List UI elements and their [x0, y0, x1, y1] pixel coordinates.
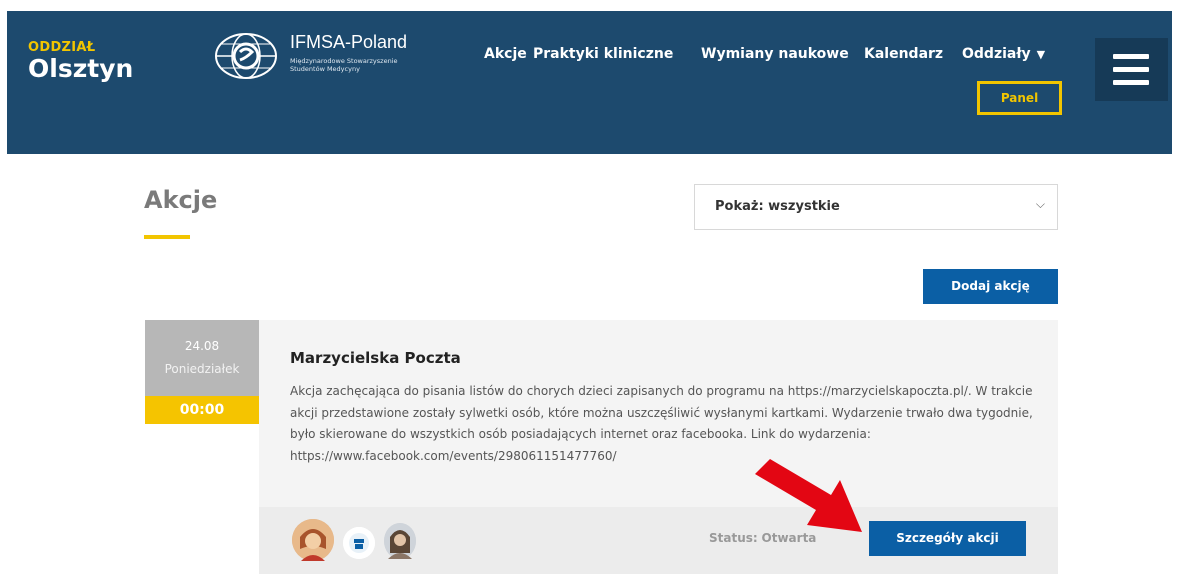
- branch-logo[interactable]: ODDZIAŁ Olsztyn: [28, 41, 133, 83]
- filter-select[interactable]: Pokaż: wszystkie ⌵: [694, 184, 1058, 230]
- nav-akcje[interactable]: Akcje: [484, 46, 527, 70]
- event-time: 00:00: [145, 396, 259, 424]
- nav-kalendarz[interactable]: Kalendarz: [864, 46, 943, 70]
- nav-praktyki-kliniczne[interactable]: Praktyki kliniczne: [533, 46, 673, 70]
- add-action-button[interactable]: Dodaj akcję: [923, 269, 1058, 304]
- menu-bar-icon: [1113, 80, 1149, 85]
- participant-avatar-icon: [292, 519, 334, 561]
- ifmsa-logo[interactable]: IFMSA-Poland Międzynarodowe Stowarzyszen…: [212, 30, 432, 82]
- event-date-top: 24.08 Poniedziałek: [145, 320, 259, 396]
- logo-name: IFMSA-Poland: [290, 32, 408, 52]
- page-title: Akcje: [144, 186, 218, 214]
- event-weekday: Poniedziałek: [164, 362, 240, 376]
- avatar[interactable]: [292, 519, 334, 561]
- participant-avatar-icon: [384, 523, 416, 559]
- hamburger-menu-button[interactable]: [1095, 38, 1168, 101]
- nav-wymiany-naukowe[interactable]: Wymiany naukowe: [701, 46, 849, 70]
- red-arrow-icon: [755, 459, 862, 532]
- event-details-button[interactable]: Szczegóły akcji: [869, 521, 1026, 556]
- menu-bar-icon: [1113, 54, 1149, 59]
- menu-bar-icon: [1113, 67, 1149, 72]
- branch-name: Olsztyn: [28, 54, 134, 83]
- chevron-down-icon: ⌵: [1035, 197, 1045, 211]
- graduate-avatar-icon: [343, 527, 375, 559]
- avatar[interactable]: [384, 523, 416, 559]
- avatar[interactable]: [343, 527, 375, 559]
- event-title[interactable]: Marzycielska Poczta: [290, 349, 461, 367]
- caret-down-icon: ▼: [1036, 48, 1046, 61]
- event-date: 24.08: [184, 339, 220, 353]
- nav-oddzialy-label: Oddziały: [962, 46, 1031, 62]
- event-date-box: 24.08 Poniedziałek 00:00: [145, 320, 259, 424]
- globe-icon: [215, 33, 277, 79]
- logo-subtitle: Międzynarodowe Stowarzyszenie Studentów …: [290, 57, 398, 73]
- nav-oddzialy-dropdown[interactable]: Oddziały ▼: [962, 46, 1045, 70]
- branch-label: ODDZIAŁ: [28, 40, 96, 55]
- title-underline: [144, 235, 190, 239]
- panel-button[interactable]: Panel: [977, 81, 1062, 115]
- event-description: Akcja zachęcająca do pisania listów do c…: [290, 384, 1033, 463]
- filter-select-value: Pokaż: wszystkie: [715, 199, 840, 214]
